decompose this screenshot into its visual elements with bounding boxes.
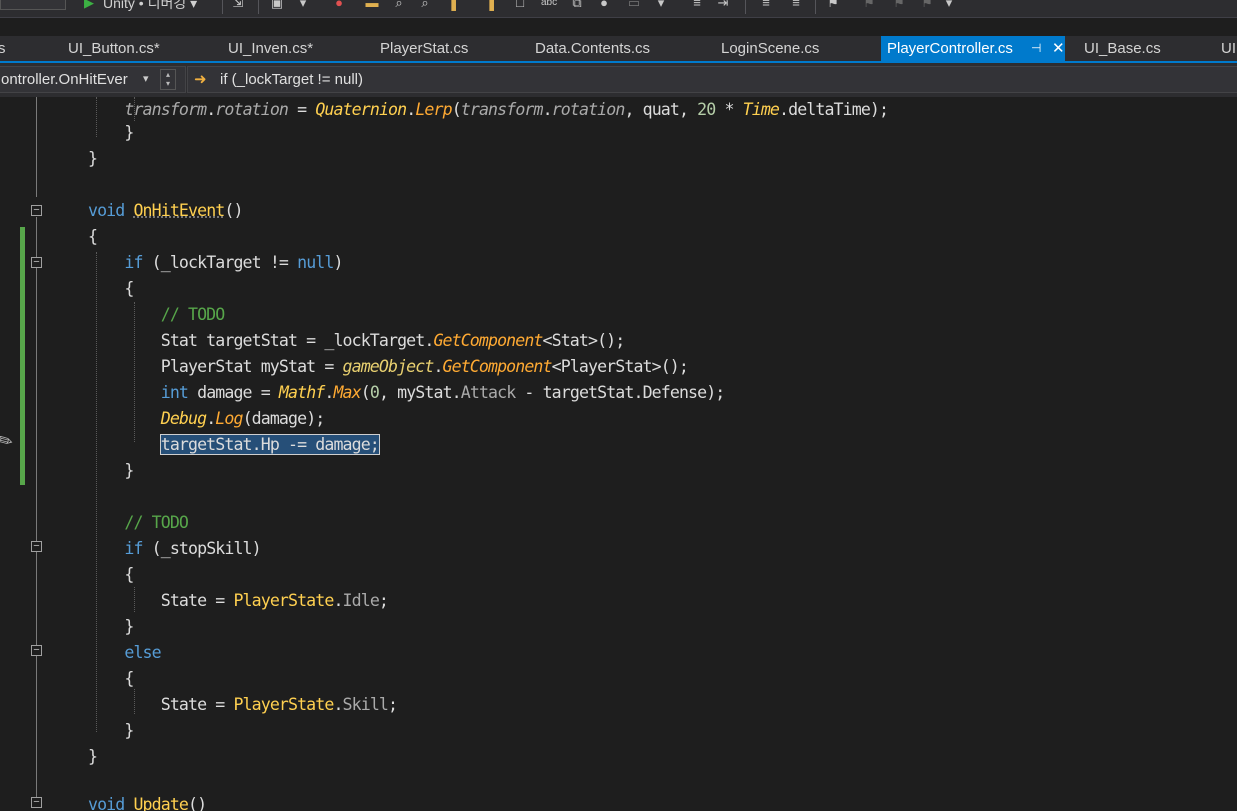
spellcheck-icon[interactable]: abc: [541, 0, 557, 10]
code-line: }: [88, 123, 134, 142]
outline-line: [36, 97, 37, 197]
scope-dropdown-label: if (_lockTarget != null): [220, 71, 363, 88]
code-line: State = PlayerState.Idle;: [88, 591, 389, 610]
code-line: if (_lockTarget != null): [124, 253, 343, 272]
copy-icon[interactable]: ⧉: [570, 0, 584, 10]
flag-next-icon[interactable]: ⚑: [892, 0, 906, 10]
close-icon[interactable]: ✕: [1052, 36, 1065, 61]
code-line: }: [88, 617, 134, 636]
code-line: void OnHitEvent(): [88, 201, 243, 220]
settings-icon[interactable]: ●: [597, 0, 611, 10]
arrow-right-icon: ➜: [194, 71, 207, 88]
tab-ui-inven[interactable]: UI_Inven.cs*: [228, 36, 313, 61]
debug-target-label[interactable]: Unity • 디버깅 ▾: [103, 0, 197, 12]
breakpoint-icon[interactable]: ●: [332, 0, 346, 10]
tab-player-controller[interactable]: PlayerController.cs ⊣ ✕: [881, 36, 1065, 61]
tab-ui-base[interactable]: UI_Base.cs: [1084, 36, 1161, 61]
tab-label: PlayerController.cs: [887, 40, 1013, 57]
list-icon[interactable]: ≡: [690, 0, 704, 10]
collapse-icon[interactable]: −: [31, 541, 42, 552]
play-icon[interactable]: ▶: [82, 0, 96, 10]
code-line: Debug.Log(damage);: [160, 409, 326, 428]
document-tabs: s UI_Button.cs* UI_Inven.cs* PlayerStat.…: [0, 36, 1237, 61]
flag-icon[interactable]: ⚑: [826, 0, 840, 10]
pin-icon[interactable]: ⊣: [1031, 36, 1041, 61]
comment-icon[interactable]: ≡: [759, 0, 773, 10]
window-icon[interactable]: □: [513, 0, 527, 10]
tab-login-scene[interactable]: LoginScene.cs: [721, 36, 819, 61]
code-line: }: [88, 461, 134, 480]
config-combo[interactable]: [0, 0, 66, 10]
tab-ui-button[interactable]: UI_Button.cs*: [68, 36, 160, 61]
attach-icon[interactable]: ⇲: [231, 0, 245, 10]
code-line: {: [88, 565, 134, 584]
tab-data-contents[interactable]: Data.Contents.cs: [535, 36, 650, 61]
code-line: }: [88, 149, 98, 168]
tab-partial-right[interactable]: UI: [1221, 36, 1236, 61]
code-line: {: [88, 669, 134, 688]
outline-line: [36, 217, 37, 807]
code-line: // TODO: [124, 513, 189, 532]
code-line: targetStat.Hp -= damage;: [88, 432, 380, 458]
code-line: // TODO: [160, 305, 226, 324]
uncomment-icon[interactable]: ≡: [789, 0, 803, 10]
navigation-bar: ontroller.OnHitEver ▾ ▴ ▾ ➜ if (_lockTarg…: [0, 63, 1237, 98]
member-dropdown-label: ontroller.OnHitEver: [1, 71, 128, 88]
code-line: PlayerStat myStat = gameObject.GetCompon…: [88, 357, 689, 376]
quick-action-icon[interactable]: ✎: [0, 429, 17, 455]
collapse-icon[interactable]: −: [31, 257, 42, 268]
collapse-icon[interactable]: −: [31, 797, 42, 808]
toolbar-separator: [745, 0, 746, 14]
selected-text[interactable]: targetStat.Hp -= damage;: [159, 434, 380, 455]
indent-icon[interactable]: ⇥: [716, 0, 730, 10]
change-marker: [20, 227, 25, 485]
chevron-down-icon: ▾: [143, 73, 149, 85]
bookmark-next-icon[interactable]: ▌: [487, 0, 501, 10]
code-line: State = PlayerState.Skill;: [88, 695, 398, 714]
toolbar-separator: [222, 0, 223, 14]
code-line: int damage = Mathf.Max(0, myStat.Attack …: [160, 383, 726, 402]
flag-clear-icon[interactable]: ⚑: [920, 0, 934, 10]
flag-prev-icon[interactable]: ⚑: [862, 0, 876, 10]
save-all-icon[interactable]: ▾: [296, 0, 310, 10]
collapse-icon[interactable]: −: [31, 205, 42, 216]
toolbar-separator: [258, 0, 259, 14]
tab-partial[interactable]: s: [0, 36, 6, 61]
search-icon[interactable]: ⌕: [418, 0, 432, 10]
code-line: {: [88, 279, 134, 298]
code-line: else: [124, 643, 161, 662]
code-line: if (_stopSkill): [124, 539, 261, 558]
save-icon[interactable]: ▣: [270, 0, 284, 10]
member-dropdown[interactable]: ontroller.OnHitEver ▾ ▴ ▾: [0, 66, 186, 93]
scope-dropdown[interactable]: ➜ if (_lockTarget != null): [187, 66, 1237, 93]
code-line: Stat targetStat = _lockTarget.GetCompone…: [88, 331, 626, 350]
collapse-icon[interactable]: −: [31, 645, 42, 656]
code-editor[interactable]: − − − − − ✎ transform.rotation = Quatern…: [0, 97, 1237, 811]
bookmark-icon[interactable]: ▌: [449, 0, 463, 10]
code-line: transform.rotation = Quaternion.Lerp(tra…: [124, 100, 889, 119]
toolbar-separator: [815, 0, 816, 14]
stepper-icon[interactable]: ▴ ▾: [160, 69, 176, 90]
format-icon[interactable]: ▭: [627, 0, 641, 10]
dropdown-icon[interactable]: ▾: [654, 0, 668, 10]
code-line: void Update(): [88, 795, 207, 811]
find-icon[interactable]: ⌕: [392, 0, 406, 10]
code-line: {: [88, 227, 98, 246]
code-line: }: [88, 721, 134, 740]
overflow-icon[interactable]: ▾: [942, 0, 956, 10]
folder-icon[interactable]: ▬: [365, 0, 379, 10]
code-line: }: [88, 747, 98, 766]
toolbar: ▶ Unity • 디버깅 ▾ ⇲ ▣ ▾ ● ▬ ⌕ ⌕ ▌ ▌ □ abc …: [0, 0, 1237, 18]
tab-player-stat[interactable]: PlayerStat.cs: [380, 36, 468, 61]
